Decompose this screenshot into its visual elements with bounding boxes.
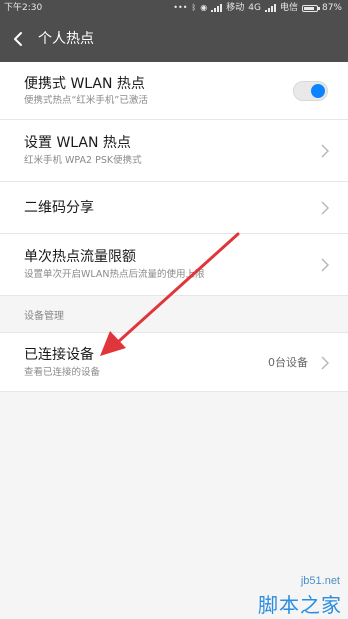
qr-share-title: 二维码分享: [24, 200, 94, 216]
configure-hotspot-subtitle: 红米手机 WPA2 PSK便携式: [24, 155, 142, 166]
section-label: 设备管理: [24, 311, 64, 322]
hotspot-icon: ◉: [200, 3, 208, 12]
status-bar: 下午2:30 ••• ᛒ ◉ 移动 4G 电信 87%: [0, 0, 348, 16]
page-title: 个人热点: [38, 31, 94, 47]
chevron-right-icon: [321, 258, 329, 272]
toggle-knob: [311, 84, 325, 98]
connected-devices-row[interactable]: 已连接设备 查看已连接的设备 0台设备: [0, 332, 348, 392]
portable-hotspot-row[interactable]: 便携式 WLAN 热点 便携式热点“红米手机”已激活: [0, 62, 348, 120]
watermark: jb51.net 脚本之家: [234, 575, 344, 617]
connected-devices-subtitle: 查看已连接的设备: [24, 367, 101, 378]
watermark-domain: jb51.net: [300, 575, 340, 587]
back-arrow-icon[interactable]: [10, 30, 28, 48]
status-time: 下午2:30: [4, 3, 43, 13]
watermark-name: 脚本之家: [258, 593, 342, 617]
title-bar: 个人热点: [0, 16, 348, 62]
bluetooth-icon: ᛒ: [191, 3, 197, 12]
configure-hotspot-row[interactable]: 设置 WLAN 热点 红米手机 WPA2 PSK便携式: [0, 120, 348, 182]
network-type-label: 4G: [248, 3, 261, 13]
data-limit-row[interactable]: 单次热点流量限额 设置单次开启WLAN热点后流量的使用上限: [0, 234, 348, 296]
configure-hotspot-title: 设置 WLAN 热点: [24, 135, 131, 151]
hotspot-settings-list: 便携式 WLAN 热点 便携式热点“红米手机”已激活 设置 WLAN 热点 红米…: [0, 62, 348, 296]
status-icons: ••• ᛒ ◉ 移动 4G 电信 87%: [173, 0, 342, 16]
portable-hotspot-toggle[interactable]: [293, 81, 328, 101]
chevron-right-icon: [321, 144, 329, 158]
portable-hotspot-title: 便携式 WLAN 热点: [24, 76, 145, 92]
chevron-right-icon: [321, 201, 329, 215]
carrier-2-label: 电信: [279, 3, 298, 13]
battery-percent: 87%: [321, 3, 342, 13]
data-limit-subtitle: 设置单次开启WLAN热点后流量的使用上限: [24, 269, 205, 280]
data-limit-title: 单次热点流量限额: [24, 249, 136, 265]
battery-icon: [301, 4, 320, 12]
signal-icon: [211, 4, 223, 12]
signal-icon-2: [264, 4, 276, 12]
portable-hotspot-subtitle: 便携式热点“红米手机”已激活: [24, 95, 148, 106]
connected-devices-count: 0台设备: [268, 356, 308, 369]
more-dots-icon: •••: [173, 3, 188, 12]
device-management-section-header: 设备管理: [0, 296, 348, 332]
chevron-right-icon: [321, 356, 329, 370]
connected-devices-title: 已连接设备: [24, 347, 94, 363]
carrier-1-label: 移动: [226, 3, 245, 13]
qr-share-row[interactable]: 二维码分享: [0, 182, 348, 234]
